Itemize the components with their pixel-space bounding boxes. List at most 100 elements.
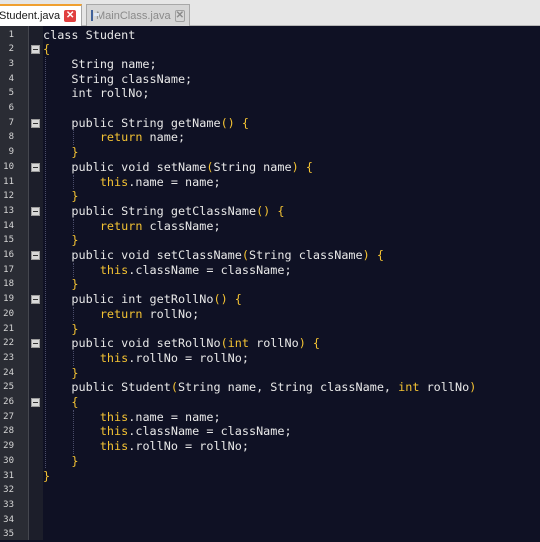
code-line: this.name = name; [43, 410, 221, 425]
code-line: } [43, 145, 78, 160]
code-token: } [43, 189, 79, 204]
code-line: this.className = className; [43, 263, 292, 278]
code-line: } [43, 321, 79, 337]
code-token: int [398, 380, 427, 395]
indent-guide [73, 409, 74, 454]
line-number: 10 [3, 161, 14, 172]
code-token: this [43, 409, 129, 424]
code-token: ( [241, 248, 249, 262]
code-line: public Student(String name, String class… [43, 380, 476, 395]
code-token: this [43, 350, 129, 365]
line-number: 6 [8, 103, 14, 113]
line-number: 23 [3, 352, 14, 363]
code-line: { [43, 42, 50, 57]
code-line: } [43, 366, 78, 381]
fold-minus-icon[interactable] [31, 295, 40, 305]
code-line: return className; [43, 219, 221, 234]
code-token: ( [220, 336, 228, 351]
fold-minus-icon[interactable] [31, 398, 40, 407]
line-number: 34 [3, 514, 14, 525]
code-line: this.className = className; [43, 424, 292, 439]
fold-minus-icon[interactable] [31, 339, 40, 349]
close-icon[interactable]: ✕ [174, 9, 185, 22]
code-line: } [43, 277, 79, 292]
code-token: public void setClassName [43, 248, 242, 262]
code-token: this [43, 439, 129, 454]
line-number: 29 [3, 441, 14, 452]
tab-bar: Student.java ✕ MainClass.java ✕ [0, 0, 540, 26]
code-token: return [43, 218, 150, 233]
line-number: 3 [8, 58, 14, 69]
close-icon[interactable]: ✕ [64, 10, 77, 22]
code-token: .className = className; [128, 262, 292, 277]
code-token: .className = className; [128, 424, 292, 439]
code-token: .rollNo = rollNo; [128, 350, 249, 365]
code-line: } [43, 469, 50, 484]
indent-guide [45, 56, 46, 469]
indent-guide [73, 130, 74, 146]
code-token: } [43, 468, 51, 483]
code-token: () { [213, 292, 242, 307]
line-number: 12 [3, 191, 14, 202]
code-line: public void setClassName(String classNam… [43, 248, 384, 263]
code-token: { [43, 395, 79, 409]
tab-student-java[interactable]: Student.java ✕ [0, 4, 82, 26]
tab-label: MainClass.java [96, 9, 171, 22]
code-token: } [43, 277, 79, 292]
code-token: } [43, 321, 79, 336]
line-number: 16 [3, 250, 14, 260]
code-token: rollNo [256, 336, 299, 351]
code-token: int rollNo; [43, 86, 150, 101]
line-number: 5 [8, 88, 14, 99]
code-token: } [43, 453, 79, 468]
tab-mainclass-java[interactable]: MainClass.java ✕ [86, 4, 190, 26]
line-number: 28 [3, 426, 14, 437]
code-token: String className [248, 248, 363, 262]
code-token: public int getRollNo [43, 292, 214, 307]
line-number: 4 [8, 73, 14, 84]
indent-guide [73, 174, 74, 190]
code-editor[interactable]: 1 class Student 2 {3 String name; 4 String c… [0, 26, 540, 540]
code-line: public void setName(String name) { [43, 160, 313, 175]
fold-minus-icon[interactable] [31, 162, 40, 172]
code-token: () { [256, 203, 285, 218]
code-token: String name; [43, 56, 157, 71]
code-token: public String getClassName [43, 203, 257, 218]
java-file-icon [91, 10, 100, 21]
fold-minus-icon[interactable] [31, 206, 40, 216]
line-number: 32 [3, 485, 14, 496]
code-token: String name, String className, [177, 380, 399, 395]
code-token: this [43, 174, 129, 189]
code-token: public Student [43, 380, 171, 395]
code-token: this [43, 424, 129, 439]
code-line: return rollNo; [43, 307, 199, 322]
line-number: 30 [3, 455, 14, 466]
line-number: 22 [3, 338, 14, 349]
code-token: ) [469, 380, 477, 395]
code-line: } [43, 233, 79, 248]
code-line: public int getRollNo() { [43, 292, 242, 307]
line-number: 1 [8, 29, 14, 40]
code-token: .rollNo = rollNo; [128, 439, 249, 454]
indent-guide [73, 262, 74, 278]
indent-guide [73, 218, 74, 234]
code-token: ( [170, 380, 178, 395]
code-token: return [43, 130, 150, 145]
line-number: 25 [3, 382, 14, 393]
code-token: rollNo [426, 380, 470, 395]
code-token: return [43, 306, 150, 321]
line-number: 24 [3, 367, 14, 378]
line-number: 27 [3, 411, 14, 422]
fold-minus-icon[interactable] [31, 45, 40, 55]
code-token: rollNo; [149, 306, 200, 321]
code-token: } [43, 233, 79, 248]
indent-guide [73, 350, 74, 366]
fold-minus-icon[interactable] [31, 251, 40, 260]
code-line: return name; [43, 130, 185, 145]
indent-guide [73, 306, 74, 322]
code-line: public String getClassName() { [43, 203, 285, 219]
fold-minus-icon[interactable] [31, 118, 40, 128]
code-token: public void setName [43, 159, 207, 174]
code-line: int rollNo; [43, 86, 150, 101]
code-token: class Student [43, 27, 136, 42]
